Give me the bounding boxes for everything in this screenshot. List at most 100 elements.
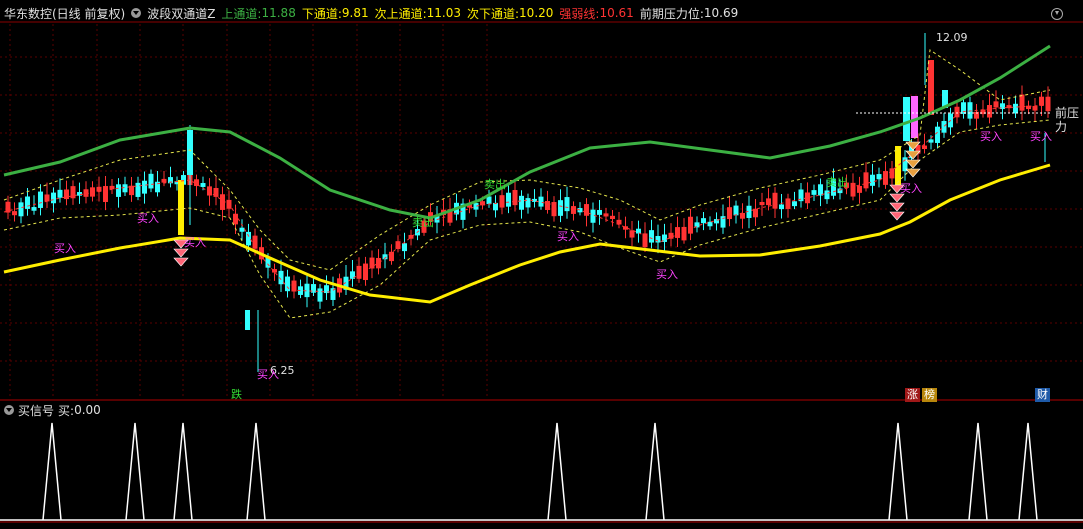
candle-body: [824, 190, 830, 200]
strength-label: 强弱线:: [559, 6, 600, 21]
candle-body: [369, 257, 375, 269]
candle-body: [941, 121, 947, 133]
chart-canvas: [0, 21, 1083, 523]
signal-spike: [1018, 422, 1038, 521]
diamond-marker: [173, 257, 189, 267]
candle-body: [629, 230, 635, 238]
candlestick-series: [5, 33, 1051, 372]
strength-value: 10.61: [599, 6, 634, 20]
candle-body: [779, 204, 784, 210]
sell-label: 卖出: [484, 178, 506, 191]
candle-body: [285, 276, 290, 292]
candle-body: [668, 232, 674, 239]
candle-body: [993, 101, 999, 108]
candle-body: [1019, 94, 1025, 111]
list-marker[interactable]: 榜: [922, 388, 937, 402]
candle-body: [883, 171, 888, 185]
candle-body: [772, 192, 778, 209]
resistance-value: 10.69: [703, 6, 739, 20]
candle-body: [356, 265, 362, 279]
candle-body: [187, 130, 193, 175]
sub-panel-title[interactable]: 买信号: [18, 402, 54, 419]
candle-body: [597, 210, 602, 215]
candle-body: [246, 231, 251, 246]
diamond-marker: [173, 248, 189, 258]
candle-body: [1045, 96, 1051, 112]
signal-spike: [968, 422, 988, 521]
candle-body: [519, 195, 524, 210]
chevron-down-icon[interactable]: [4, 405, 14, 415]
resistance-tag: 前压力: [1055, 106, 1080, 134]
close-icon[interactable]: [1051, 8, 1063, 20]
candle-body: [538, 196, 544, 207]
candle-body: [857, 185, 862, 193]
candle-body: [850, 182, 856, 197]
candle-body: [402, 243, 407, 252]
buy-label: 买入: [137, 212, 159, 225]
chevron-down-icon[interactable]: [131, 8, 142, 18]
lower-channel-value: 9.81: [341, 6, 369, 20]
stock-title[interactable]: 华东数控(日线 前复权): [4, 5, 125, 22]
rise-marker[interactable]: 涨: [905, 388, 920, 402]
candle-body: [239, 227, 245, 232]
buy-label: 买入: [980, 130, 1002, 143]
chart-grid: [0, 21, 1083, 523]
candle-body: [245, 310, 250, 330]
candle-body: [25, 196, 30, 209]
finance-marker[interactable]: 财: [1035, 388, 1050, 402]
sub-upper-channel-line: [3, 49, 1051, 271]
candle-body: [493, 202, 498, 211]
diamond-marker: [905, 168, 921, 178]
candle-body: [161, 178, 167, 183]
candle-body: [363, 263, 368, 281]
candle-body: [545, 201, 550, 211]
candle-body: [122, 184, 128, 193]
candle-body: [51, 192, 56, 204]
candle-body: [135, 182, 141, 197]
candle-body: [376, 257, 381, 269]
candle-body: [18, 202, 24, 217]
candle-body: [987, 105, 992, 118]
candle-body: [57, 189, 63, 198]
candle-body: [551, 202, 557, 217]
candle-body: [525, 198, 531, 208]
candle-body: [792, 201, 797, 207]
buy-label: 买入: [54, 242, 76, 255]
candle-body: [649, 230, 654, 243]
candle-body: [811, 190, 817, 195]
candle-body: [701, 218, 706, 224]
candle-body: [766, 198, 771, 206]
sub-lower-label: 次下通道:: [467, 6, 520, 21]
signal-spike: [888, 422, 908, 521]
fall-marker[interactable]: 跌: [229, 388, 244, 402]
candle-body: [103, 186, 108, 203]
candle-body: [44, 194, 50, 202]
candle-body: [31, 207, 37, 211]
sub-panel-value-label: 买:: [58, 403, 75, 418]
candle-body: [12, 211, 17, 216]
candle-body: [727, 207, 732, 220]
buy-label: 买入: [900, 182, 922, 195]
buy-label: 买入: [1030, 130, 1052, 143]
candle-body: [636, 228, 641, 234]
candle-body: [317, 288, 323, 302]
buy-signal-series: [0, 422, 1083, 521]
upper-channel-value: 11.88: [261, 6, 296, 20]
candle-body: [207, 186, 212, 196]
candle-body: [564, 197, 570, 212]
diamond-marker: [889, 211, 905, 221]
sub-lower-value: 10.20: [519, 6, 554, 20]
buy-label: 买入: [656, 268, 678, 281]
candle-body: [733, 205, 739, 216]
candle-body: [681, 226, 687, 241]
indicator-name[interactable]: 波段双通道Z: [147, 5, 215, 22]
candle-body: [512, 190, 518, 206]
candle-body: [928, 60, 934, 115]
buy-label: 买入: [257, 368, 279, 381]
signal-spike: [125, 422, 145, 521]
candle-body: [707, 221, 713, 227]
candle-body: [77, 192, 82, 196]
upper-channel-line: [3, 44, 1051, 220]
signal-spike: [42, 422, 62, 521]
candle-body: [571, 206, 576, 214]
